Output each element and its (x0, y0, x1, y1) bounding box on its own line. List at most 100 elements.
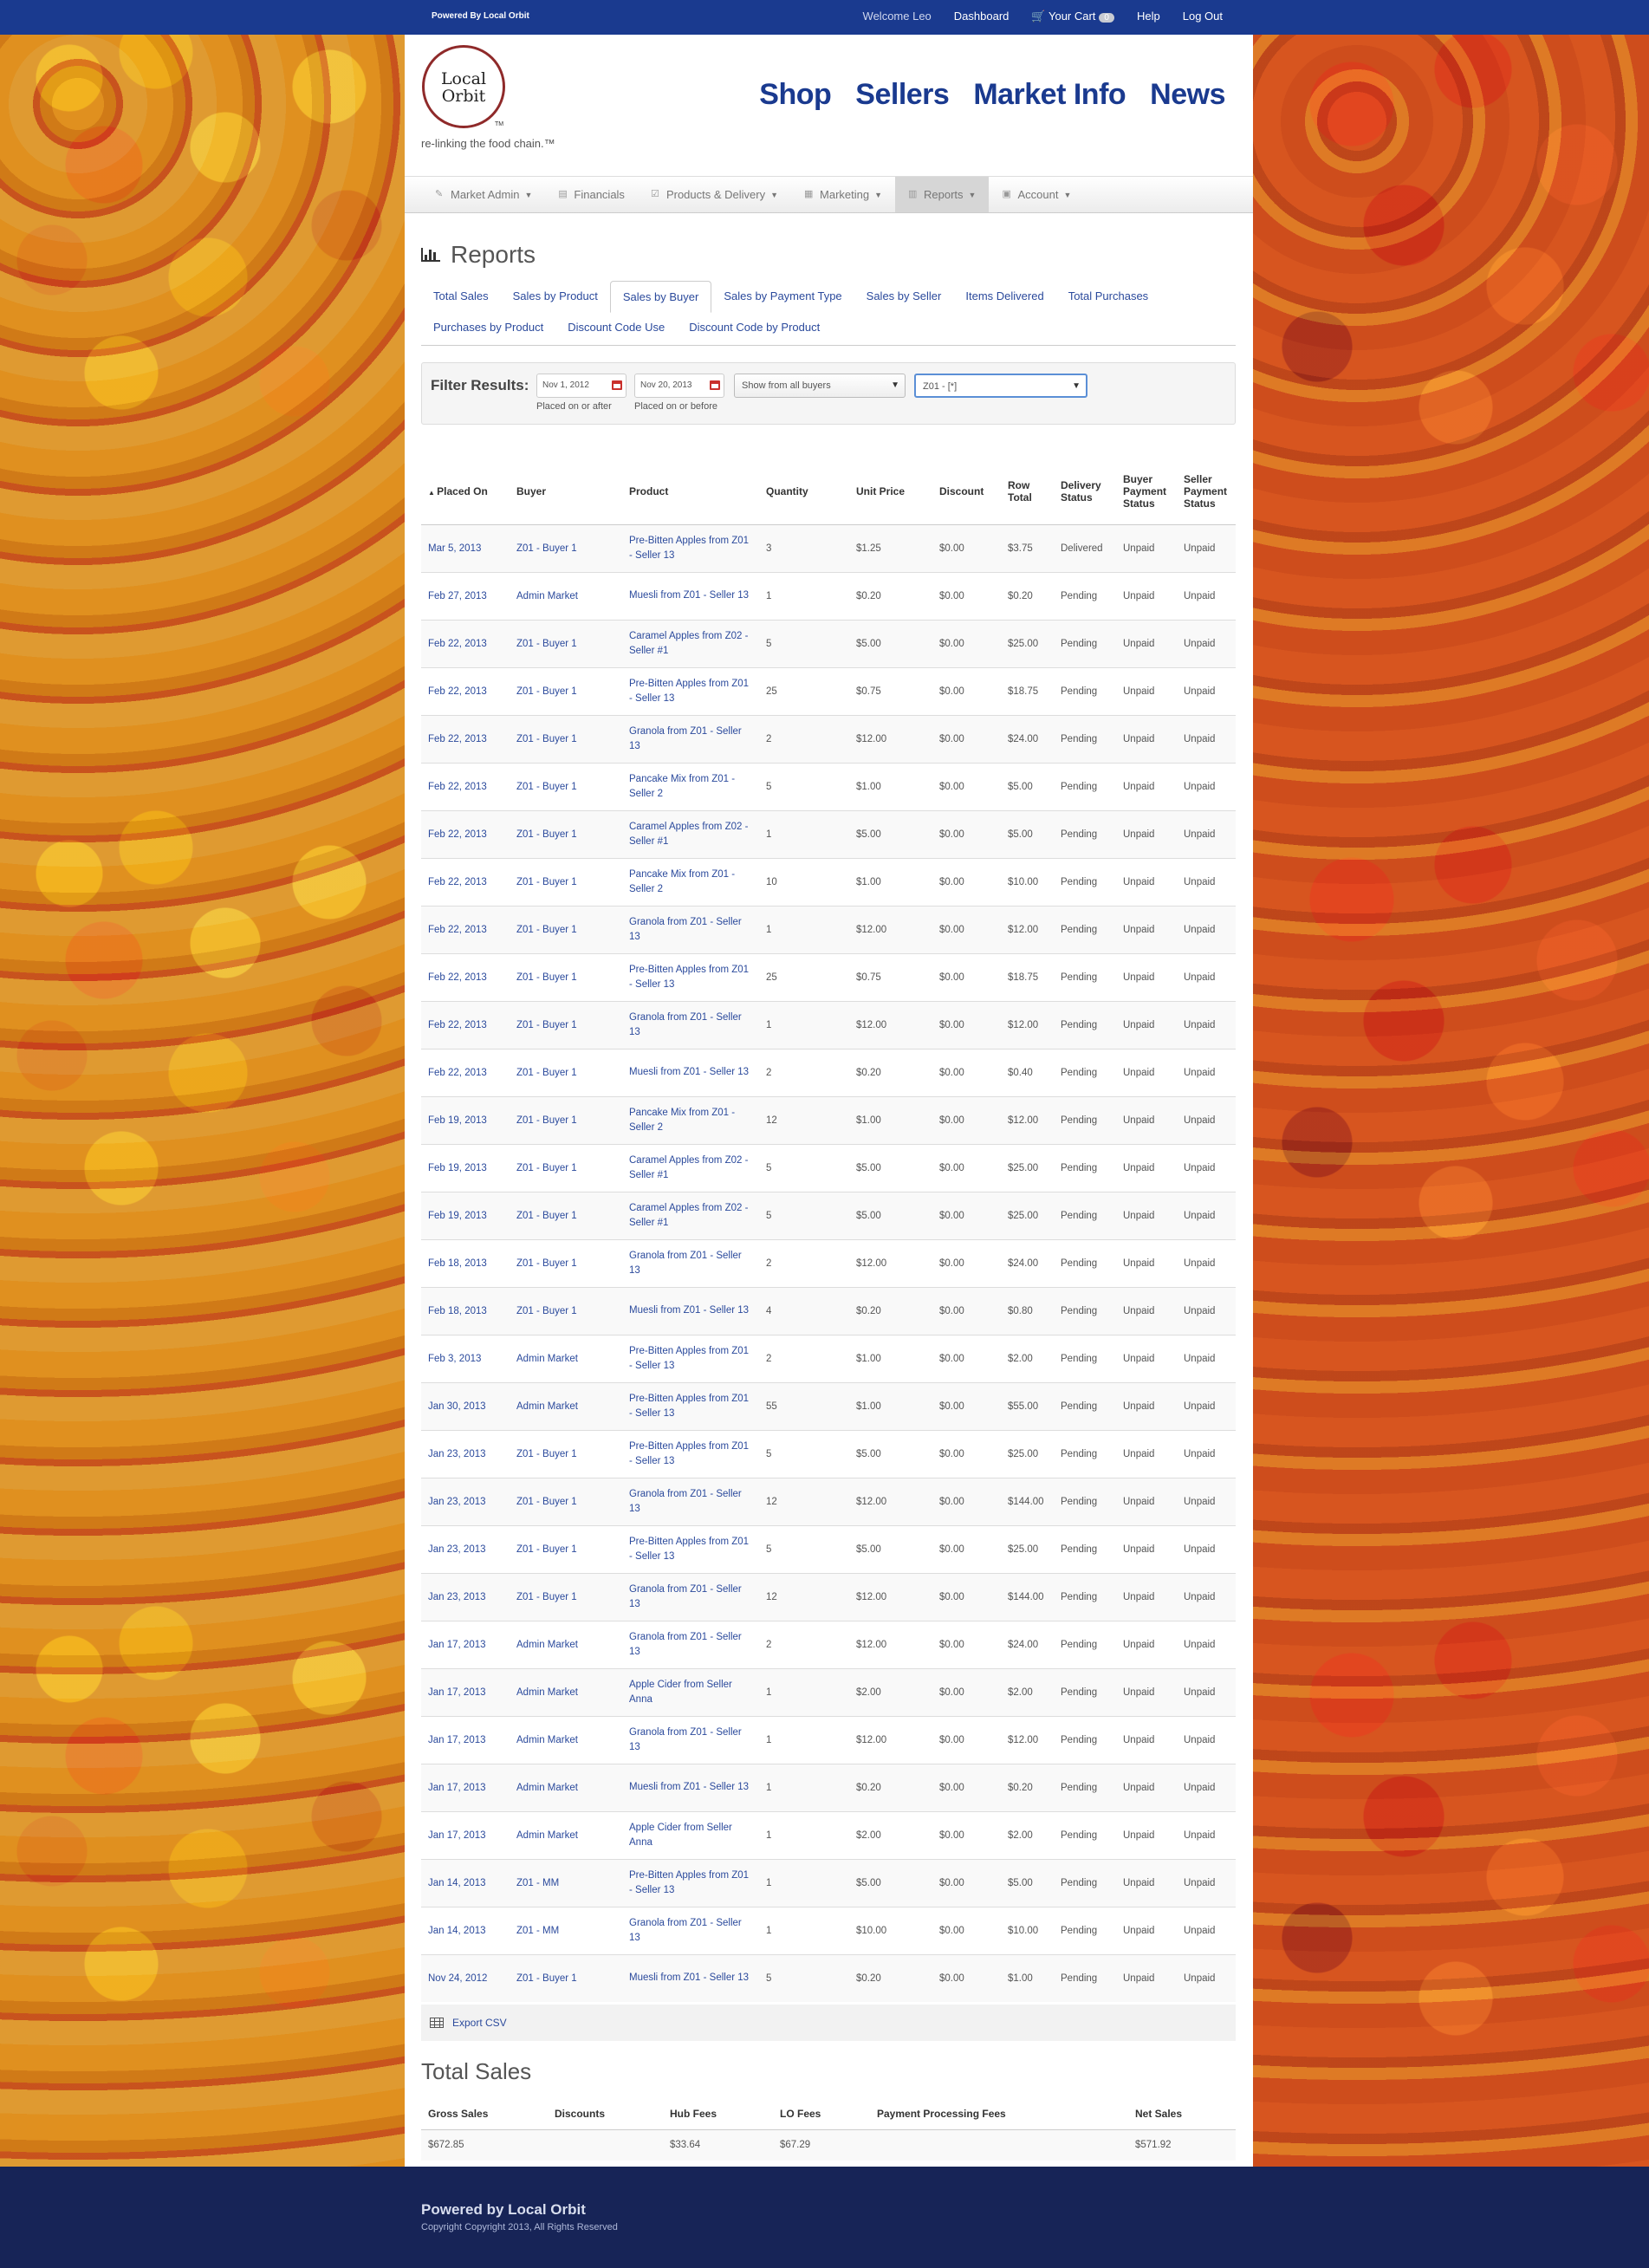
subnav-account[interactable]: ▣ Account ▼ (989, 177, 1084, 212)
tab-discount-code-by-product[interactable]: Discount Code by Product (677, 312, 832, 345)
tab-total-purchases[interactable]: Total Purchases (1056, 281, 1161, 312)
tab-sales-by-seller[interactable]: Sales by Seller (854, 281, 954, 312)
table-cell[interactable]: Z01 - Buyer 1 (510, 1953, 622, 2002)
nav-news[interactable]: News (1150, 78, 1225, 112)
subnav-market-admin[interactable]: ✎ Market Admin ▼ (422, 177, 545, 212)
table-cell[interactable]: Z01 - Buyer 1 (510, 1048, 622, 1096)
column-header[interactable]: Delivery Status (1054, 458, 1116, 525)
nav-market-info[interactable]: Market Info (973, 78, 1126, 112)
table-cell[interactable]: Pre-Bitten Apples from Z01 - Seller 13 (622, 1429, 759, 1478)
table-cell[interactable]: Z01 - MM (510, 1858, 622, 1907)
tab-sales-by-product[interactable]: Sales by Product (501, 281, 610, 312)
subnav-products-delivery[interactable]: ☑ Products & Delivery ▼ (638, 177, 791, 212)
table-cell[interactable]: Z01 - Buyer 1 (510, 1477, 622, 1525)
table-cell[interactable]: Z01 - Buyer 1 (510, 1000, 622, 1049)
logout-link[interactable]: Log Out (1183, 10, 1223, 23)
table-cell[interactable]: Z01 - Buyer 1 (510, 952, 622, 1001)
table-cell[interactable]: Granola from Z01 - Seller 13 (622, 1715, 759, 1764)
start-date-input[interactable]: Nov 1, 2012 (536, 374, 626, 398)
tab-sales-by-buyer[interactable]: Sales by Buyer (609, 281, 712, 313)
tab-items-delivered[interactable]: Items Delivered (953, 281, 1055, 312)
table-cell[interactable]: Z01 - Buyer 1 (510, 666, 622, 715)
nav-shop[interactable]: Shop (759, 78, 831, 112)
table-cell[interactable]: Caramel Apples from Z02 - Seller #1 (622, 809, 759, 858)
table-cell[interactable]: Muesli from Z01 - Seller 13 (622, 1953, 759, 2002)
table-cell[interactable]: Granola from Z01 - Seller 13 (622, 1000, 759, 1049)
column-header[interactable]: Product (622, 458, 759, 525)
table-cell[interactable]: Admin Market (510, 1381, 622, 1430)
table-cell[interactable]: Granola from Z01 - Seller 13 (622, 1906, 759, 1954)
table-cell[interactable]: Granola from Z01 - Seller 13 (622, 905, 759, 953)
table-cell[interactable]: Muesli from Z01 - Seller 13 (622, 571, 759, 620)
calendar-icon[interactable] (612, 380, 622, 390)
table-cell[interactable]: Apple Cider from Seller Anna (622, 1667, 759, 1716)
cart-link[interactable]: 🛒 Your Cart 0 (1031, 10, 1114, 23)
welcome-link[interactable]: Welcome Leo (863, 10, 932, 23)
table-cell[interactable]: Admin Market (510, 1334, 622, 1382)
table-cell[interactable]: Muesli from Z01 - Seller 13 (622, 1763, 759, 1811)
table-cell[interactable]: Z01 - Buyer 1 (510, 1095, 622, 1144)
table-cell[interactable]: Z01 - Buyer 1 (510, 857, 622, 906)
table-cell[interactable]: Pre-Bitten Apples from Z01 - Seller 13 (622, 952, 759, 1001)
table-cell[interactable]: Caramel Apples from Z02 - Seller #1 (622, 1191, 759, 1239)
table-cell[interactable]: Admin Market (510, 571, 622, 620)
table-cell[interactable]: Pre-Bitten Apples from Z01 - Seller 13 (622, 1524, 759, 1573)
table-cell[interactable]: Granola from Z01 - Seller 13 (622, 714, 759, 763)
table-cell[interactable]: Z01 - Buyer 1 (510, 1286, 622, 1335)
local-orbit-logo[interactable]: Local Orbit (422, 45, 505, 128)
column-header[interactable]: Buyer (510, 458, 622, 525)
table-cell[interactable]: Admin Market (510, 1763, 622, 1811)
table-cell[interactable]: Z01 - Buyer 1 (510, 905, 622, 953)
subnav-financials[interactable]: ▤ Financials (545, 177, 638, 212)
table-cell[interactable]: Pre-Bitten Apples from Z01 - Seller 13 (622, 523, 759, 572)
column-header[interactable]: Row Total (1001, 458, 1054, 525)
table-cell[interactable]: Granola from Z01 - Seller 13 (622, 1620, 759, 1668)
table-cell[interactable]: Admin Market (510, 1667, 622, 1716)
column-header[interactable]: Buyer Payment Status (1116, 458, 1177, 525)
table-cell[interactable]: Granola from Z01 - Seller 13 (622, 1477, 759, 1525)
column-header[interactable]: Unit Price (849, 458, 932, 525)
table-cell[interactable]: Z01 - Buyer 1 (510, 523, 622, 572)
table-cell[interactable]: Z01 - Buyer 1 (510, 1143, 622, 1192)
table-cell[interactable]: Admin Market (510, 1810, 622, 1859)
table-cell[interactable]: Caramel Apples from Z02 - Seller #1 (622, 1143, 759, 1192)
tab-total-sales[interactable]: Total Sales (421, 281, 501, 312)
table-cell[interactable]: Z01 - Buyer 1 (510, 1238, 622, 1287)
table-cell[interactable]: Apple Cider from Seller Anna (622, 1810, 759, 1859)
market-select[interactable]: Z01 - [*] ▼ (914, 374, 1087, 398)
table-cell[interactable]: Z01 - MM (510, 1906, 622, 1954)
buyer-select[interactable]: Show from all buyers ▼ (734, 374, 906, 398)
table-cell[interactable]: Z01 - Buyer 1 (510, 1429, 622, 1478)
subnav-reports[interactable]: ▥ Reports ▼ (895, 177, 990, 212)
table-cell[interactable]: Admin Market (510, 1620, 622, 1668)
column-header[interactable]: Seller Payment Status (1177, 458, 1236, 525)
table-cell[interactable]: Z01 - Buyer 1 (510, 762, 622, 810)
dashboard-link[interactable]: Dashboard (954, 10, 1010, 23)
table-cell[interactable]: Pancake Mix from Z01 - Seller 2 (622, 762, 759, 810)
table-cell[interactable]: Granola from Z01 - Seller 13 (622, 1572, 759, 1621)
column-header[interactable]: ▲ Placed On (421, 458, 510, 525)
tab-discount-code-use[interactable]: Discount Code Use (555, 312, 677, 345)
table-cell[interactable]: Z01 - Buyer 1 (510, 714, 622, 763)
table-cell[interactable]: Admin Market (510, 1715, 622, 1764)
column-header[interactable]: Discount (932, 458, 1001, 525)
tab-sales-by-payment-type[interactable]: Sales by Payment Type (711, 281, 854, 312)
subnav-marketing[interactable]: ▦ Marketing ▼ (791, 177, 895, 212)
table-cell[interactable]: Pancake Mix from Z01 - Seller 2 (622, 1095, 759, 1144)
export-csv-button[interactable]: Export CSV (421, 2005, 1236, 2041)
table-cell[interactable]: Pancake Mix from Z01 - Seller 2 (622, 857, 759, 906)
table-cell[interactable]: Pre-Bitten Apples from Z01 - Seller 13 (622, 1334, 759, 1382)
table-cell[interactable]: Z01 - Buyer 1 (510, 1572, 622, 1621)
table-cell[interactable]: Z01 - Buyer 1 (510, 1191, 622, 1239)
table-cell[interactable]: Z01 - Buyer 1 (510, 1524, 622, 1573)
help-link[interactable]: Help (1137, 10, 1160, 23)
calendar-icon[interactable] (710, 380, 720, 390)
table-cell[interactable]: Z01 - Buyer 1 (510, 619, 622, 667)
end-date-input[interactable]: Nov 20, 2013 (634, 374, 724, 398)
table-cell[interactable]: Pre-Bitten Apples from Z01 - Seller 13 (622, 1858, 759, 1907)
table-cell[interactable]: Granola from Z01 - Seller 13 (622, 1238, 759, 1287)
table-cell[interactable]: Caramel Apples from Z02 - Seller #1 (622, 619, 759, 667)
table-cell[interactable]: Muesli from Z01 - Seller 13 (622, 1286, 759, 1335)
table-cell[interactable]: Z01 - Buyer 1 (510, 809, 622, 858)
column-header[interactable]: Quantity (759, 458, 849, 525)
